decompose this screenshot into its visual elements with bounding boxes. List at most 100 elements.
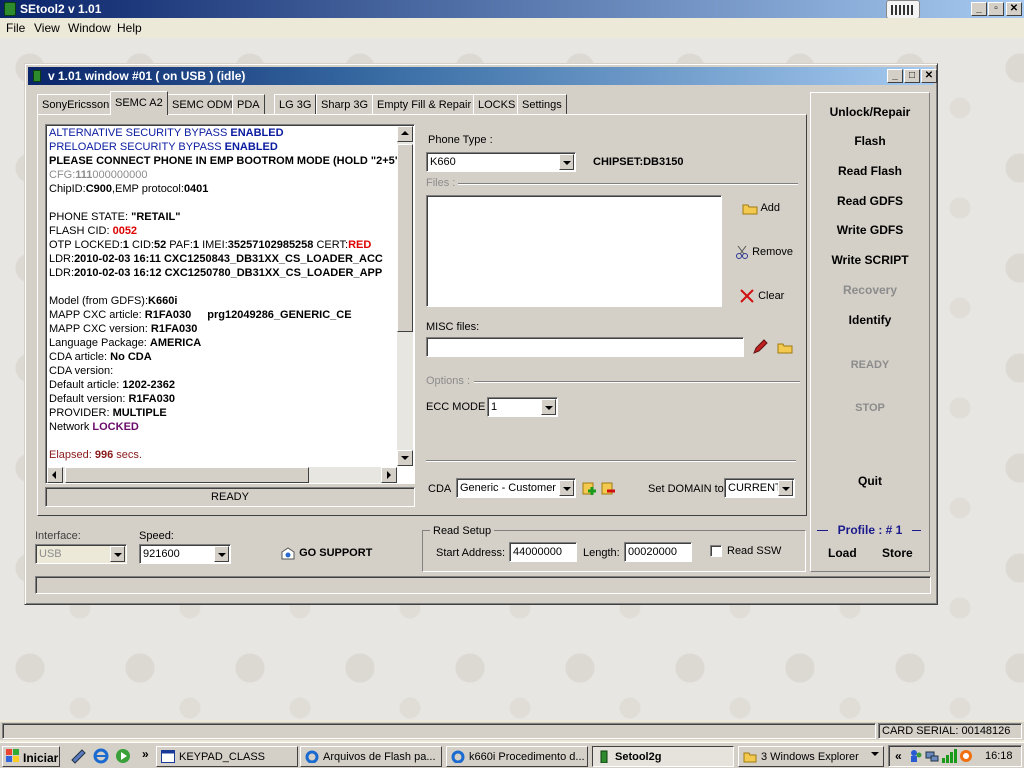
write-gdfs-button[interactable]: Write GDFS bbox=[814, 223, 926, 237]
tab-semc-odm[interactable]: SEMC ODM bbox=[167, 94, 238, 114]
quick-launch-tool-icon[interactable] bbox=[70, 748, 86, 764]
interface-select[interactable]: USB bbox=[35, 544, 127, 564]
log-output[interactable]: ALTERNATIVE SECURITY BYPASS ENABLED PREL… bbox=[45, 124, 415, 484]
card-serial: CARD SERIAL: 00148126 bbox=[878, 723, 1022, 739]
chevron-down-icon[interactable] bbox=[559, 480, 574, 496]
close-button[interactable]: ✕ bbox=[1006, 2, 1022, 16]
go-support-label: GO SUPPORT bbox=[299, 546, 373, 559]
scissors-icon bbox=[736, 245, 748, 259]
menu-file[interactable]: File bbox=[6, 21, 25, 35]
unlock-repair-button[interactable]: Unlock/Repair bbox=[814, 105, 926, 119]
scroll-down-button[interactable] bbox=[397, 450, 413, 466]
ecc-mode-value: 1 bbox=[491, 401, 498, 413]
avast-icon[interactable] bbox=[959, 749, 973, 763]
folder-icon bbox=[743, 752, 757, 763]
read-gdfs-button[interactable]: Read GDFS bbox=[814, 194, 926, 208]
start-address-input[interactable]: 44000000 bbox=[509, 542, 577, 562]
domain-value: CURRENT bbox=[728, 482, 782, 494]
restore-button[interactable]: ▫ bbox=[988, 2, 1004, 16]
quick-launch-more[interactable]: » bbox=[142, 747, 149, 761]
load-profile-button[interactable]: Load bbox=[828, 546, 857, 560]
tab-lg-3g[interactable]: LG 3G bbox=[274, 94, 317, 114]
clear-button[interactable]: Clear bbox=[739, 289, 784, 303]
log-horizontal-scrollbar[interactable] bbox=[47, 467, 397, 483]
chevron-down-icon[interactable] bbox=[214, 546, 229, 562]
cda-value: Generic - Customer S bbox=[460, 482, 567, 494]
log-line: PLEASE CONNECT PHONE IN EMP BOOTROM MODE… bbox=[49, 155, 404, 167]
log-vertical-scrollbar[interactable] bbox=[397, 126, 413, 466]
menu-view[interactable]: View bbox=[34, 21, 60, 35]
recovery-button[interactable]: Recovery bbox=[814, 283, 926, 297]
start-button[interactable]: Iniciar bbox=[2, 746, 60, 767]
phone-type-select[interactable]: K660 bbox=[426, 152, 576, 172]
read-ssw-checkbox[interactable] bbox=[710, 545, 722, 557]
chevron-down-icon[interactable] bbox=[541, 399, 556, 415]
chevron-down-icon[interactable] bbox=[778, 480, 793, 496]
keyboard-icon[interactable] bbox=[886, 0, 920, 19]
add-button[interactable]: Add bbox=[742, 201, 780, 215]
remove-button[interactable]: Remove bbox=[735, 245, 793, 259]
read-flash-button[interactable]: Read Flash bbox=[814, 164, 926, 178]
scroll-thumb[interactable] bbox=[65, 467, 309, 483]
menu-window[interactable]: Window bbox=[68, 21, 111, 35]
taskbar-item-arquivos[interactable]: Arquivos de Flash pa... bbox=[300, 746, 442, 767]
scroll-up-button[interactable] bbox=[397, 126, 413, 142]
set-domain-label: Set DOMAIN to bbox=[648, 483, 724, 495]
files-list[interactable] bbox=[426, 195, 722, 307]
stop-button[interactable]: STOP bbox=[814, 402, 926, 414]
log-line: LDR:2010-02-03 16:11 CXC1250843_DB31XX_C… bbox=[49, 253, 383, 265]
window-minimize-button[interactable]: _ bbox=[887, 69, 903, 83]
scroll-thumb[interactable] bbox=[397, 144, 413, 332]
misc-files-field[interactable] bbox=[426, 337, 744, 357]
window-close-button[interactable]: ✕ bbox=[921, 69, 937, 83]
speed-select[interactable]: 921600 bbox=[139, 544, 231, 564]
people-icon[interactable] bbox=[909, 749, 923, 763]
cda-select[interactable]: Generic - Customer S bbox=[456, 478, 576, 498]
menu-help[interactable]: Help bbox=[117, 21, 142, 35]
length-input[interactable]: 00020000 bbox=[624, 542, 692, 562]
phone-icon bbox=[33, 70, 41, 82]
phone-type-label: Phone Type : bbox=[428, 134, 493, 146]
tab-pda[interactable]: PDA bbox=[232, 94, 265, 114]
signal-bars-icon[interactable] bbox=[941, 749, 957, 763]
go-support-button[interactable]: GO SUPPORT bbox=[280, 546, 372, 560]
quit-button[interactable]: Quit bbox=[814, 474, 926, 488]
chevron-down-icon[interactable] bbox=[559, 154, 574, 170]
tab-empty-fill-repair[interactable]: Empty Fill & Repair bbox=[372, 94, 477, 114]
log-line: PRELOADER SECURITY BYPASS ENABLED bbox=[49, 141, 278, 153]
taskbar-item-keypad-class[interactable]: KEYPAD_CLASS bbox=[156, 746, 298, 767]
taskbar-item-k660i[interactable]: k660i Procedimento d... bbox=[446, 746, 588, 767]
tab-settings[interactable]: Settings bbox=[517, 94, 567, 114]
taskbar-item-label: KEYPAD_CLASS bbox=[179, 751, 266, 763]
internet-explorer-icon[interactable] bbox=[93, 748, 109, 764]
media-icon[interactable] bbox=[115, 748, 131, 764]
domain-select[interactable]: CURRENT bbox=[724, 478, 795, 498]
log-line: LDR:2010-02-03 16:12 CXC1250780_DB31XX_C… bbox=[49, 267, 383, 279]
network-icon[interactable] bbox=[925, 749, 939, 763]
support-icon bbox=[281, 547, 295, 560]
identify-button[interactable]: Identify bbox=[814, 313, 926, 327]
tab-sonyericsson[interactable]: SonyEricsson bbox=[37, 94, 115, 114]
minimize-button[interactable]: _ bbox=[971, 2, 987, 16]
taskbar-item-setool2g[interactable]: Setool2g bbox=[592, 746, 734, 767]
flash-button[interactable]: Flash bbox=[814, 134, 926, 148]
store-profile-button[interactable]: Store bbox=[882, 546, 913, 560]
cda-label: CDA bbox=[428, 483, 452, 495]
ecc-mode-select[interactable]: 1 bbox=[487, 397, 558, 417]
scroll-right-button[interactable] bbox=[381, 467, 397, 483]
add-cda-icon[interactable] bbox=[582, 480, 598, 496]
taskbar-item-label: Setool2g bbox=[615, 751, 662, 763]
write-script-button[interactable]: Write SCRIPT bbox=[814, 253, 926, 267]
pencil-icon[interactable] bbox=[752, 339, 768, 355]
tab-locks[interactable]: LOCKS bbox=[473, 94, 521, 114]
tab-semc-a2[interactable]: SEMC A2 bbox=[110, 91, 168, 115]
window-maximize-button[interactable]: □ bbox=[904, 69, 920, 83]
remove-cda-icon[interactable] bbox=[601, 480, 617, 496]
system-tray: « 16:18 bbox=[888, 745, 1022, 767]
scroll-left-button[interactable] bbox=[47, 467, 63, 483]
tray-expand-button[interactable]: « bbox=[895, 749, 902, 763]
folder-icon[interactable] bbox=[777, 340, 793, 354]
window-icon bbox=[161, 750, 175, 763]
tab-sharp-3g[interactable]: Sharp 3G bbox=[316, 94, 374, 114]
taskbar-item-windows-explorer[interactable]: 3 Windows Explorer bbox=[738, 746, 884, 767]
